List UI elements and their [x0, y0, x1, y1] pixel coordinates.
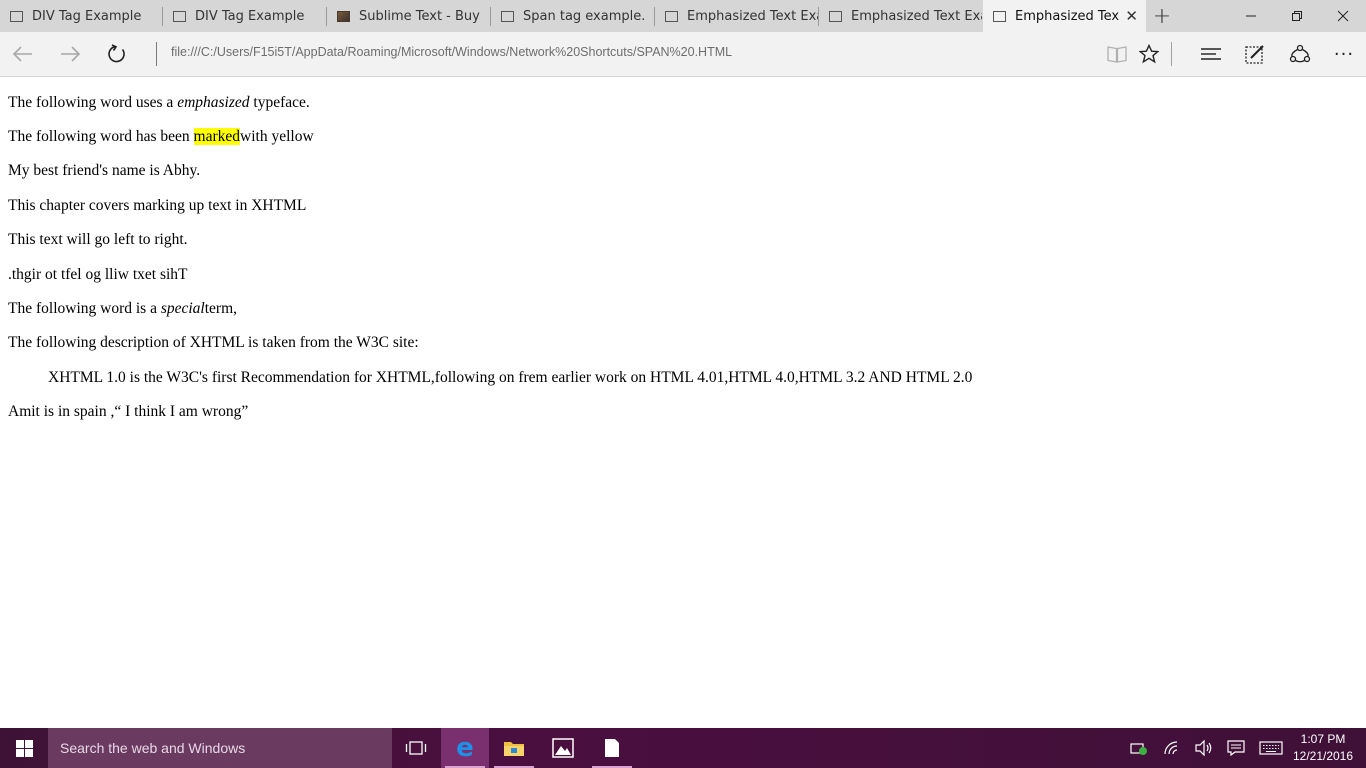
- page-icon: [501, 10, 514, 22]
- reversed-text: This text will go left to right.: [8, 266, 188, 283]
- taskbar-clock[interactable]: 1:07 PM 12/21/2016: [1290, 731, 1356, 765]
- quote-line: Amit is in spain ,“ I think I am wrong”: [8, 403, 249, 420]
- refresh-button[interactable]: [97, 32, 137, 76]
- emphasized-line: The following word uses a emphasized typ…: [8, 94, 310, 112]
- speaker-icon: [1195, 740, 1212, 756]
- close-window-button[interactable]: [1320, 0, 1366, 32]
- restore-button[interactable]: [1274, 0, 1320, 32]
- taskbar: Search the web and Windows e 1:07 PM 12/…: [0, 728, 1366, 768]
- rtl-line: This text will go left to right.: [8, 266, 188, 284]
- tab-strip: DIV Tag Example DIV Tag Example Sublime …: [0, 0, 1366, 32]
- tab-label: DIV Tag Example: [32, 8, 142, 24]
- task-view-icon: [405, 741, 427, 755]
- network-status-icon: [1130, 743, 1147, 755]
- clock-date: 12/21/2016: [1292, 749, 1354, 763]
- clock-time: 1:07 PM: [1300, 732, 1346, 746]
- xhtml-blockquote: XHTML 1.0 is the W3C's first Recommendat…: [48, 369, 973, 386]
- minimize-icon: [1246, 15, 1256, 17]
- ltr-line: This text will go left to right.: [8, 231, 188, 248]
- web-note-icon: [1245, 45, 1264, 64]
- share-button[interactable]: [1280, 32, 1320, 76]
- web-note-button[interactable]: [1235, 32, 1275, 76]
- document-icon: [605, 739, 619, 757]
- address-input[interactable]: file:///C:/Users/F15i5T/AppData/Roaming/…: [171, 45, 732, 59]
- tab-div-tag-example-1[interactable]: DIV Tag Example: [0, 0, 162, 32]
- address-divider: [156, 42, 157, 66]
- new-tab-button[interactable]: +: [1150, 0, 1174, 32]
- marked-line: The following word has been markedwith y…: [8, 128, 314, 146]
- taskbar-edge[interactable]: e: [441, 728, 489, 768]
- task-view-button[interactable]: [392, 728, 440, 768]
- minimize-button[interactable]: [1228, 0, 1274, 32]
- favorites-button[interactable]: [1129, 32, 1169, 76]
- page-icon: [829, 10, 842, 22]
- taskbar-photos[interactable]: [539, 728, 587, 768]
- text: The following word uses a: [8, 94, 178, 111]
- tray-action-center[interactable]: [1224, 728, 1248, 768]
- photos-icon: [552, 738, 574, 758]
- tab-label: DIV Tag Example: [195, 8, 305, 24]
- text: typeface.: [249, 94, 310, 111]
- tab-div-tag-example-2[interactable]: DIV Tag Example: [163, 0, 326, 32]
- page-icon: [10, 10, 23, 22]
- search-placeholder: Search the web and Windows: [60, 740, 246, 756]
- tab-span-tag-example[interactable]: Span tag example.: [491, 0, 654, 32]
- special-term-line: The following word is a specialterm,: [8, 300, 237, 318]
- tab-label: Emphasized Text Exan: [687, 8, 818, 24]
- tray-keyboard[interactable]: [1256, 728, 1286, 768]
- windows-logo-icon: [15, 739, 33, 757]
- tab-sublime-text[interactable]: Sublime Text - Buy: [327, 0, 490, 32]
- page-icon: [173, 10, 186, 22]
- more-icon: ···: [1333, 43, 1355, 65]
- tab-label: Emphasized Text Exan: [851, 8, 982, 24]
- emphasized-word: emphasized: [177, 94, 250, 111]
- text: The following word has been: [8, 128, 194, 145]
- chapter-line: This chapter covers marking up text in X…: [8, 197, 307, 214]
- restore-icon: [1292, 11, 1302, 21]
- start-button[interactable]: [0, 728, 48, 768]
- refresh-icon: [108, 44, 125, 63]
- taskbar-notepad[interactable]: [588, 728, 636, 768]
- description-intro-line: The following description of XHTML is ta…: [8, 334, 419, 351]
- share-icon: [1289, 44, 1311, 63]
- folder-icon: [504, 742, 524, 756]
- taskbar-file-explorer[interactable]: [490, 728, 538, 768]
- page-icon: [665, 10, 678, 22]
- text: The following word is a: [8, 300, 161, 317]
- more-options-button[interactable]: ···: [1324, 32, 1364, 76]
- forward-arrow-icon: [61, 46, 80, 62]
- toolbar-divider: [1171, 42, 1172, 66]
- tab-label: Sublime Text - Buy: [359, 8, 480, 24]
- tab-emphasized-text-2[interactable]: Emphasized Text Exan: [819, 0, 982, 32]
- page-icon: [993, 10, 1006, 22]
- tray-volume[interactable]: [1192, 728, 1216, 768]
- text: with yellow: [240, 128, 314, 145]
- book-icon: [1107, 46, 1127, 63]
- emphasized-word: special: [160, 300, 205, 317]
- text: term,: [204, 300, 238, 317]
- star-icon: [1139, 44, 1159, 64]
- highlighted-word: marked: [193, 128, 241, 145]
- tab-emphasized-text-active[interactable]: Emphasized Text E ✕: [983, 0, 1146, 32]
- close-icon: [1337, 10, 1349, 22]
- tab-label: Span tag example.: [523, 8, 646, 24]
- tray-wifi[interactable]: [1160, 728, 1184, 768]
- close-tab-icon[interactable]: ✕: [1119, 7, 1146, 25]
- back-button[interactable]: [3, 32, 43, 76]
- sublime-icon: [337, 10, 350, 22]
- tab-label: Emphasized Text E: [1015, 8, 1120, 24]
- tab-emphasized-text-1[interactable]: Emphasized Text Exan: [655, 0, 818, 32]
- hub-icon: [1201, 48, 1221, 60]
- back-arrow-icon: [13, 46, 32, 62]
- tray-network-status[interactable]: [1128, 728, 1150, 768]
- navigation-bar: file:///C:/Users/F15i5T/AppData/Roaming/…: [0, 32, 1366, 77]
- hub-button[interactable]: [1191, 32, 1231, 76]
- forward-button[interactable]: [50, 32, 90, 76]
- edge-icon: e: [456, 733, 474, 763]
- friend-line: My best friend's name is Abhy.: [8, 162, 201, 179]
- wifi-icon: [1164, 741, 1178, 755]
- notification-icon: [1227, 740, 1245, 756]
- keyboard-icon: [1259, 741, 1283, 755]
- taskbar-search-box[interactable]: Search the web and Windows: [48, 728, 392, 768]
